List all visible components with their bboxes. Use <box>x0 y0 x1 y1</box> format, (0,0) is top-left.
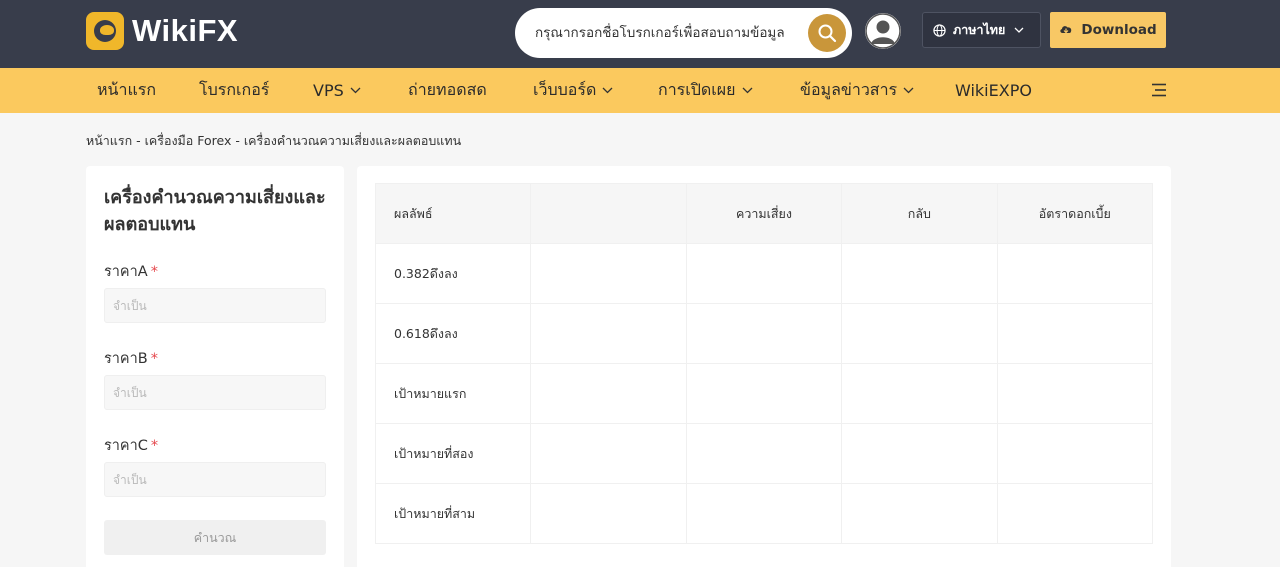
table-cell <box>841 243 998 304</box>
search-box <box>515 8 852 58</box>
chevron-down-icon <box>350 87 361 94</box>
nav-item-news[interactable]: ข้อมูลข่าวสาร <box>800 68 914 113</box>
nav-item-label: ข้อมูลข่าวสาร <box>800 80 898 99</box>
table-cell <box>841 423 998 484</box>
field-label-text: ราคาA <box>104 264 148 280</box>
globe-icon <box>933 23 946 37</box>
column-header-result: ผลลัพธ์ <box>374 183 532 244</box>
table-row: เป้าหมายที่สาม <box>374 483 1154 544</box>
download-label: Download <box>1081 22 1157 38</box>
download-button[interactable]: Download <box>1050 12 1166 48</box>
nav-item-wikiexpo[interactable]: WikiEXPO <box>955 68 1032 113</box>
table-cell <box>996 483 1154 544</box>
calculate-button[interactable]: คำนวณ <box>104 520 326 555</box>
required-marker: * <box>150 351 158 367</box>
cloud-download-icon <box>1059 24 1073 36</box>
breadcrumb[interactable]: หน้าแรก - เครื่องมือ Forex - เครื่องคำนว… <box>86 131 461 151</box>
table-header-row: ผลลัพธ์ ความเสี่ยง กลับ อัตราดอกเบี้ย <box>374 183 1154 244</box>
table-cell <box>996 363 1154 424</box>
nav-item-brokers[interactable]: โบรกเกอร์ <box>199 68 269 113</box>
table-cell <box>685 423 843 484</box>
hamburger-icon[interactable] <box>1150 81 1168 99</box>
table-cell <box>530 423 687 484</box>
calculator-panel: เครื่องคำนวณความเสี่ยงและผลตอบแทน ราคาA *… <box>86 166 344 567</box>
nav-item-label: ถ่ายทอดสด <box>408 80 487 99</box>
eagle-logo-icon <box>86 12 124 50</box>
table-cell <box>996 303 1154 364</box>
nav-item-label: หน้าแรก <box>97 80 157 99</box>
field-label-text: ราคาB <box>104 351 148 367</box>
table-cell <box>685 363 843 424</box>
field-label-text: ราคาC <box>104 438 148 454</box>
chevron-down-icon <box>742 87 753 94</box>
price-a-label: ราคาA * <box>104 260 158 283</box>
results-panel: ผลลัพธ์ ความเสี่ยง กลับ อัตราดอกเบี้ย 0.… <box>357 166 1171 567</box>
table-cell <box>530 243 687 304</box>
table-cell <box>685 243 843 304</box>
nav-item-forum[interactable]: เว็บบอร์ด <box>533 68 613 113</box>
nav-item-disclosure[interactable]: การเปิดเผย <box>658 68 753 113</box>
table-cell <box>530 303 687 364</box>
table-cell <box>530 483 687 544</box>
required-marker: * <box>150 264 158 280</box>
price-a-input[interactable] <box>104 288 326 323</box>
table-row: 0.382ดึงลง <box>374 243 1154 304</box>
table-cell <box>996 243 1154 304</box>
row-label: 0.382ดึงลง <box>374 243 532 304</box>
table-cell <box>996 423 1154 484</box>
table-cell <box>841 363 998 424</box>
table-cell <box>841 483 998 544</box>
search-input[interactable] <box>535 8 805 58</box>
row-label: เป้าหมายที่สาม <box>374 483 532 544</box>
language-selector[interactable]: ภาษาไทย <box>922 12 1041 48</box>
table-cell <box>841 303 998 364</box>
column-header-blank <box>530 183 687 244</box>
price-b-label: ราคาB * <box>104 347 158 370</box>
chevron-down-icon <box>602 87 613 94</box>
table-row: 0.618ดึงลง <box>374 303 1154 364</box>
column-header-return: กลับ <box>841 183 998 244</box>
table-row: เป้าหมายที่สอง <box>374 423 1154 484</box>
table-cell <box>685 483 843 544</box>
chevron-down-icon <box>903 87 914 94</box>
required-marker: * <box>150 438 159 454</box>
price-c-input[interactable] <box>104 462 326 497</box>
language-label: ภาษาไทย <box>953 22 1006 37</box>
price-c-label: ราคาC * <box>104 434 158 457</box>
chevron-down-icon <box>1014 27 1024 33</box>
logo[interactable]: WikiFX <box>86 12 238 50</box>
row-label: 0.618ดึงลง <box>374 303 532 364</box>
search-button[interactable] <box>808 14 846 52</box>
search-icon <box>818 24 837 43</box>
main-nav: หน้าแรก โบรกเกอร์ VPS ถ่ายทอดสด เว็บบอร์… <box>0 68 1280 113</box>
price-b-input[interactable] <box>104 375 326 410</box>
nav-item-label: WikiEXPO <box>955 81 1032 100</box>
row-label: เป้าหมายที่สอง <box>374 423 532 484</box>
nav-item-label: VPS <box>313 81 344 100</box>
nav-item-home[interactable]: หน้าแรก <box>97 68 156 113</box>
nav-item-label: โบรกเกอร์ <box>199 80 270 99</box>
brand-name: WikiFX <box>132 13 239 48</box>
user-icon <box>865 13 901 49</box>
nav-item-vps[interactable]: VPS <box>313 68 361 113</box>
top-header: WikiFX ภาษาไทย <box>0 0 1280 68</box>
nav-item-label: การเปิดเผย <box>658 80 736 99</box>
column-header-risk: ความเสี่ยง <box>685 183 843 244</box>
row-label: เป้าหมายแรก <box>374 363 532 424</box>
nav-item-label: เว็บบอร์ด <box>533 80 597 99</box>
page-title: เครื่องคำนวณความเสี่ยงและผลตอบแทน <box>104 187 326 235</box>
table-cell <box>685 303 843 364</box>
results-table: ผลลัพธ์ ความเสี่ยง กลับ อัตราดอกเบี้ย 0.… <box>374 183 1154 544</box>
table-row: เป้าหมายแรก <box>374 363 1154 424</box>
table-cell <box>530 363 687 424</box>
nav-item-live[interactable]: ถ่ายทอดสด <box>408 68 487 113</box>
user-avatar[interactable] <box>865 13 901 49</box>
column-header-rate: อัตราดอกเบี้ย <box>996 183 1154 244</box>
